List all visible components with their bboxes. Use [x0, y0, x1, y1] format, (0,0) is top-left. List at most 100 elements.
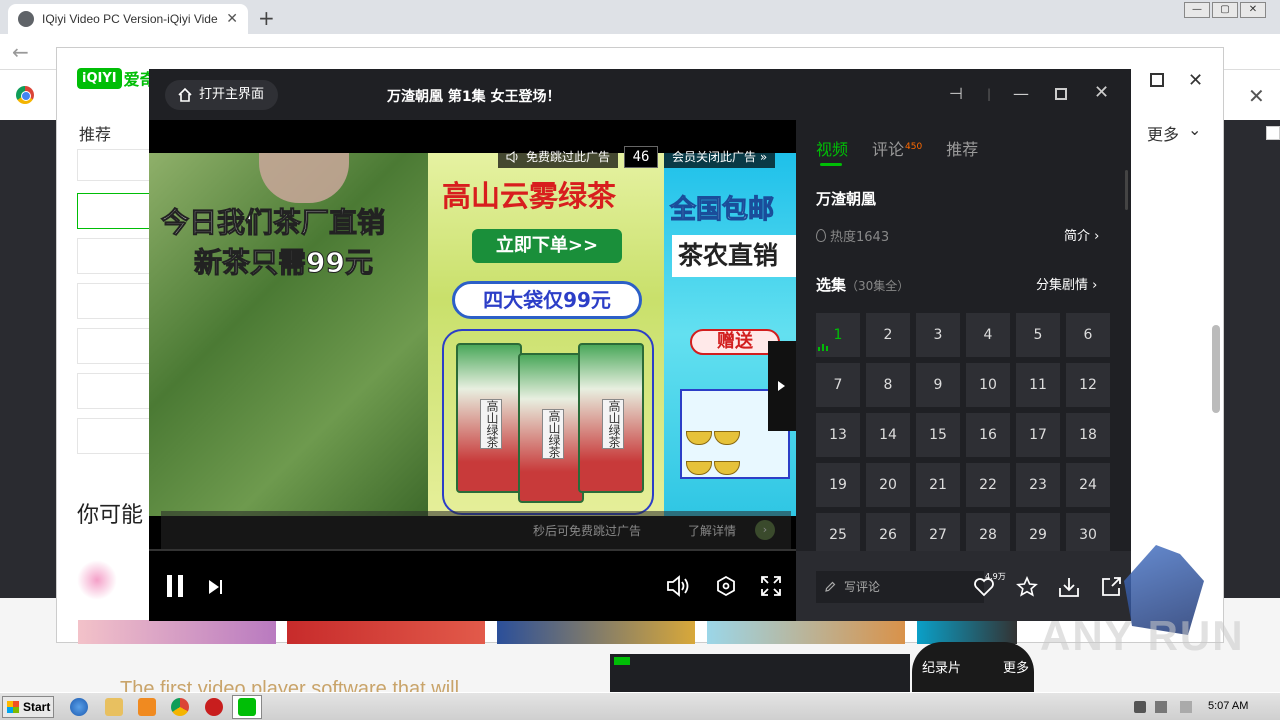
chrome-taskbar-icon[interactable] [171, 698, 189, 716]
episode-button[interactable]: 7 [816, 363, 860, 407]
tab-video[interactable]: 视频 [816, 136, 848, 166]
episode-button[interactable]: 2 [866, 313, 910, 357]
flag-tray-icon[interactable] [1180, 701, 1192, 713]
start-button[interactable]: Start [2, 696, 54, 718]
episode-button[interactable]: 1 [816, 313, 860, 357]
episode-button[interactable]: 14 [866, 413, 910, 457]
video-area[interactable]: 今日我们茶厂直销 新茶只需99元 高山云雾绿茶 立即下单>> 四大袋仅99元 高… [149, 120, 796, 550]
episode-button[interactable]: 10 [966, 363, 1010, 407]
volume-icon[interactable] [666, 575, 692, 597]
episode-button[interactable]: 15 [916, 413, 960, 457]
episode-plot-link[interactable]: 分集剧情 › [1036, 274, 1097, 293]
episode-button[interactable]: 22 [966, 463, 1010, 507]
settings-hexagon-icon[interactable] [717, 576, 735, 596]
client-nav-item-active[interactable] [77, 193, 157, 229]
panel-toggle-button[interactable] [768, 341, 796, 431]
teacup-icon [714, 431, 740, 445]
episode-button[interactable]: 11 [1016, 363, 1060, 407]
heat-indicator: 热度1643 [816, 226, 889, 245]
category-documentary[interactable]: 纪录片 [922, 657, 961, 676]
back-button[interactable]: ← [12, 40, 29, 64]
infobar-close-button[interactable]: ✕ [1248, 84, 1265, 108]
tab-close-icon[interactable]: ✕ [226, 11, 238, 27]
ie-icon[interactable] [70, 698, 88, 716]
player-maximize-button[interactable] [1055, 88, 1067, 100]
network-tray-icon[interactable] [1155, 701, 1167, 713]
browser-tab[interactable]: IQiyi Video PC Version-iQiyi Video Of ✕ [8, 4, 248, 34]
vip-close-ad-button[interactable]: 会员关闭此广告 » [664, 146, 776, 168]
episode-button[interactable]: 5 [1016, 313, 1060, 357]
client-scrollbar[interactable] [1212, 325, 1220, 413]
client-maximize-button[interactable] [1150, 73, 1164, 87]
episode-number: 16 [979, 427, 997, 443]
episode-button[interactable]: 4 [966, 313, 1010, 357]
tray-chevron-icon[interactable] [1110, 701, 1122, 713]
client-nav-item[interactable] [77, 149, 157, 181]
thumbnail[interactable] [78, 620, 276, 644]
episode-button[interactable]: 8 [866, 363, 910, 407]
pin-icon[interactable]: ⊣ [949, 84, 963, 103]
episode-button[interactable]: 23 [1016, 463, 1060, 507]
episode-button[interactable]: 20 [866, 463, 910, 507]
client-nav-item[interactable] [77, 283, 157, 319]
pause-icon[interactable] [167, 575, 183, 597]
star-icon[interactable] [1016, 576, 1038, 598]
episode-button[interactable]: 13 [816, 413, 860, 457]
ad-bottom-bar: 秒后可免费跳过广告 了解详情 › [161, 511, 791, 549]
learn-more-link[interactable]: 了解详情 [688, 522, 736, 539]
fullscreen-icon[interactable] [761, 576, 781, 596]
episode-button[interactable]: 24 [1066, 463, 1110, 507]
episode-button[interactable]: 3 [916, 313, 960, 357]
intro-link[interactable]: 简介 › [1064, 225, 1099, 244]
episode-button[interactable]: 12 [1066, 363, 1110, 407]
speaker-tray-icon[interactable] [1134, 701, 1146, 713]
comment-count-badge: 450 [905, 141, 923, 152]
page-scroll-up-button[interactable] [1266, 126, 1280, 140]
share-icon[interactable] [1100, 576, 1122, 598]
ad-creative[interactable]: 今日我们茶厂直销 新茶只需99元 高山云雾绿茶 立即下单>> 四大袋仅99元 高… [149, 153, 796, 549]
category-more[interactable]: 更多 [1003, 657, 1029, 676]
opera-icon[interactable] [205, 698, 223, 716]
client-preview-image[interactable] [610, 654, 910, 692]
episode-button[interactable]: 16 [966, 413, 1010, 457]
arrow-right-icon[interactable]: › [755, 520, 775, 540]
open-main-button[interactable]: 打开主界面 [165, 80, 279, 110]
comment-input[interactable]: 写评论 [816, 571, 984, 603]
thumbnail[interactable] [707, 620, 905, 644]
client-more-link[interactable]: 更多 [1147, 121, 1179, 145]
episode-button[interactable]: 18 [1066, 413, 1110, 457]
client-nav-item[interactable] [77, 238, 157, 274]
tab-recommend[interactable]: 推荐 [946, 136, 978, 160]
next-episode-icon[interactable] [209, 580, 225, 594]
panel-scrollbar[interactable] [1125, 170, 1128, 210]
iqiyi-logo[interactable]: iQIYI 爱奇 [77, 66, 156, 90]
download-icon[interactable] [1058, 576, 1080, 598]
episode-button[interactable]: 9 [916, 363, 960, 407]
thumbnail[interactable] [917, 620, 1017, 644]
episode-button[interactable]: 21 [916, 463, 960, 507]
window-close-button[interactable]: ✕ [1240, 2, 1266, 18]
player-minimize-button[interactable]: — [1013, 84, 1029, 103]
media-player-icon[interactable] [138, 698, 156, 716]
thumbnail[interactable] [497, 620, 695, 644]
client-close-button[interactable]: ✕ [1188, 70, 1203, 91]
episode-button[interactable]: 17 [1016, 413, 1060, 457]
window-maximize-button[interactable]: ▢ [1212, 2, 1238, 18]
client-nav-item[interactable] [77, 418, 157, 454]
folder-icon[interactable] [105, 698, 123, 716]
new-tab-button[interactable]: + [258, 6, 275, 30]
episode-button[interactable]: 19 [816, 463, 860, 507]
ad-order-button[interactable]: 立即下单>> [472, 229, 622, 263]
player-close-button[interactable]: ✕ [1094, 82, 1109, 103]
episode-button[interactable]: 6 [1066, 313, 1110, 357]
skip-free-button[interactable]: 免费跳过此广告 [498, 146, 619, 168]
chevron-down-icon[interactable]: ⌄ [1188, 120, 1201, 139]
client-nav-recommend[interactable]: 推荐 [79, 121, 111, 145]
episode-number: 19 [829, 477, 847, 493]
tab-comments[interactable]: 评论450 [872, 136, 922, 160]
client-nav-item[interactable] [77, 373, 157, 409]
window-minimize-button[interactable]: — [1184, 2, 1210, 18]
iqiyi-taskbar-button[interactable] [232, 695, 262, 719]
client-nav-item[interactable] [77, 328, 157, 364]
thumbnail[interactable] [287, 620, 485, 644]
